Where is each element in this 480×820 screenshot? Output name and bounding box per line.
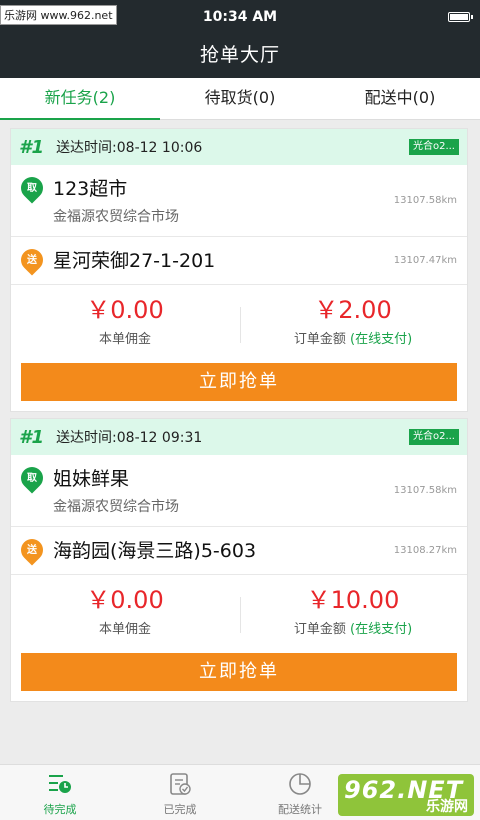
grab-order-button[interactable]: 立即抢单 [21, 653, 457, 691]
order-money: ￥0.00 本单佣金 ￥10.00 订单金额 (在线支付) [11, 575, 467, 653]
pickup-distance: 13107.58km [393, 195, 457, 206]
tab-delivering[interactable]: 配送中(0) [320, 78, 480, 119]
delivery-time: 送达时间:08-12 10:06 [56, 140, 203, 156]
money-divider [240, 307, 241, 343]
battery-icon [448, 12, 473, 22]
watermark-logo-subtext: 乐游网 [426, 799, 468, 815]
commission-label: 本单佣金 [98, 332, 151, 347]
nav-completed[interactable]: 已完成 [120, 765, 240, 820]
pay-method-hint: (在线支付) [350, 332, 413, 347]
merchant-tag: 光合o2... [408, 139, 459, 155]
commission-value: ￥0.00 [86, 296, 164, 324]
amount-label: 订单金额 [293, 622, 346, 637]
nav-pending-label: 待完成 [43, 803, 77, 816]
money-divider [240, 597, 241, 633]
order-number: #1 [19, 136, 45, 158]
pickup-pin-label: 取 [27, 183, 37, 194]
commission-block: ￥0.00 本单佣金 [11, 285, 239, 363]
pickup-name: 姐妹鲜果 [53, 468, 130, 490]
delivery-location[interactable]: 送 星河荣御27-1-201 13107.47km [11, 237, 467, 285]
app-header: 乐游网 www.962.net 10:34 AM 抢单大厅 [0, 0, 480, 78]
pickup-address: 金福源农贸综合市场 [53, 209, 179, 225]
pie-chart-icon [289, 773, 311, 795]
status-time: 10:34 AM [202, 9, 278, 25]
amount-block: ￥10.00 订单金额 (在线支付) [239, 575, 467, 653]
merchant-tag: 光合o2... [408, 429, 459, 445]
amount-value: ￥10.00 [306, 586, 400, 614]
pickup-pin-label: 取 [27, 473, 37, 484]
amount-label-row: 订单金额 (在线支付) [239, 328, 467, 347]
amount-value: ￥2.00 [314, 296, 392, 324]
tab-new-tasks[interactable]: 新任务(2) [0, 78, 160, 120]
delivery-distance: 13107.47km [393, 255, 457, 266]
delivery-pin-label: 送 [27, 545, 37, 556]
nav-delivery-stats-label: 配送统计 [278, 803, 322, 816]
order-card: #1 送达时间:08-12 10:06 光合o2... 取 123超市 金福源农… [10, 128, 468, 412]
task-tabs: 新任务(2) 待取货(0) 配送中(0) [0, 78, 480, 120]
commission-value: ￥0.00 [86, 586, 164, 614]
pay-method-hint: (在线支付) [350, 622, 413, 637]
pickup-distance: 13107.58km [393, 485, 457, 496]
delivery-distance: 13108.27km [393, 545, 457, 556]
pickup-location[interactable]: 取 姐妹鲜果 金福源农贸综合市场 13107.58km [11, 455, 467, 527]
commission-block: ￥0.00 本单佣金 [11, 575, 239, 653]
order-card: #1 送达时间:08-12 09:31 光合o2... 取 姐妹鲜果 金福源农贸… [10, 418, 468, 702]
commission-label: 本单佣金 [98, 622, 151, 637]
pending-icon [49, 775, 71, 793]
delivery-time: 送达时间:08-12 09:31 [56, 430, 203, 446]
tab-awaiting-pickup[interactable]: 待取货(0) [160, 78, 320, 119]
delivery-pin-label: 送 [27, 255, 37, 266]
pickup-location[interactable]: 取 123超市 金福源农贸综合市场 13107.58km [11, 165, 467, 237]
pickup-name: 123超市 [53, 178, 128, 200]
pickup-address: 金福源农贸综合市场 [53, 499, 179, 515]
completed-icon [170, 773, 191, 795]
order-number: #1 [19, 426, 45, 448]
delivery-name: 星河荣御27-1-201 [53, 250, 216, 272]
order-header: #1 送达时间:08-12 09:31 光合o2... [11, 419, 467, 455]
nav-pending[interactable]: 待完成 [0, 765, 120, 820]
grab-order-button[interactable]: 立即抢单 [21, 363, 457, 401]
page-title: 抢单大厅 [199, 44, 280, 66]
amount-label-row: 订单金额 (在线支付) [239, 618, 467, 637]
delivery-location[interactable]: 送 海韵园(海景三路)5-603 13108.27km [11, 527, 467, 575]
amount-block: ￥2.00 订单金额 (在线支付) [239, 285, 467, 363]
watermark-logo: 962.NET 乐游网 [338, 774, 474, 816]
delivery-name: 海韵园(海景三路)5-603 [53, 540, 257, 562]
order-money: ￥0.00 本单佣金 ￥2.00 订单金额 (在线支付) [11, 285, 467, 363]
order-header: #1 送达时间:08-12 10:06 光合o2... [11, 129, 467, 165]
amount-label: 订单金额 [293, 332, 346, 347]
nav-completed-label: 已完成 [163, 803, 197, 816]
